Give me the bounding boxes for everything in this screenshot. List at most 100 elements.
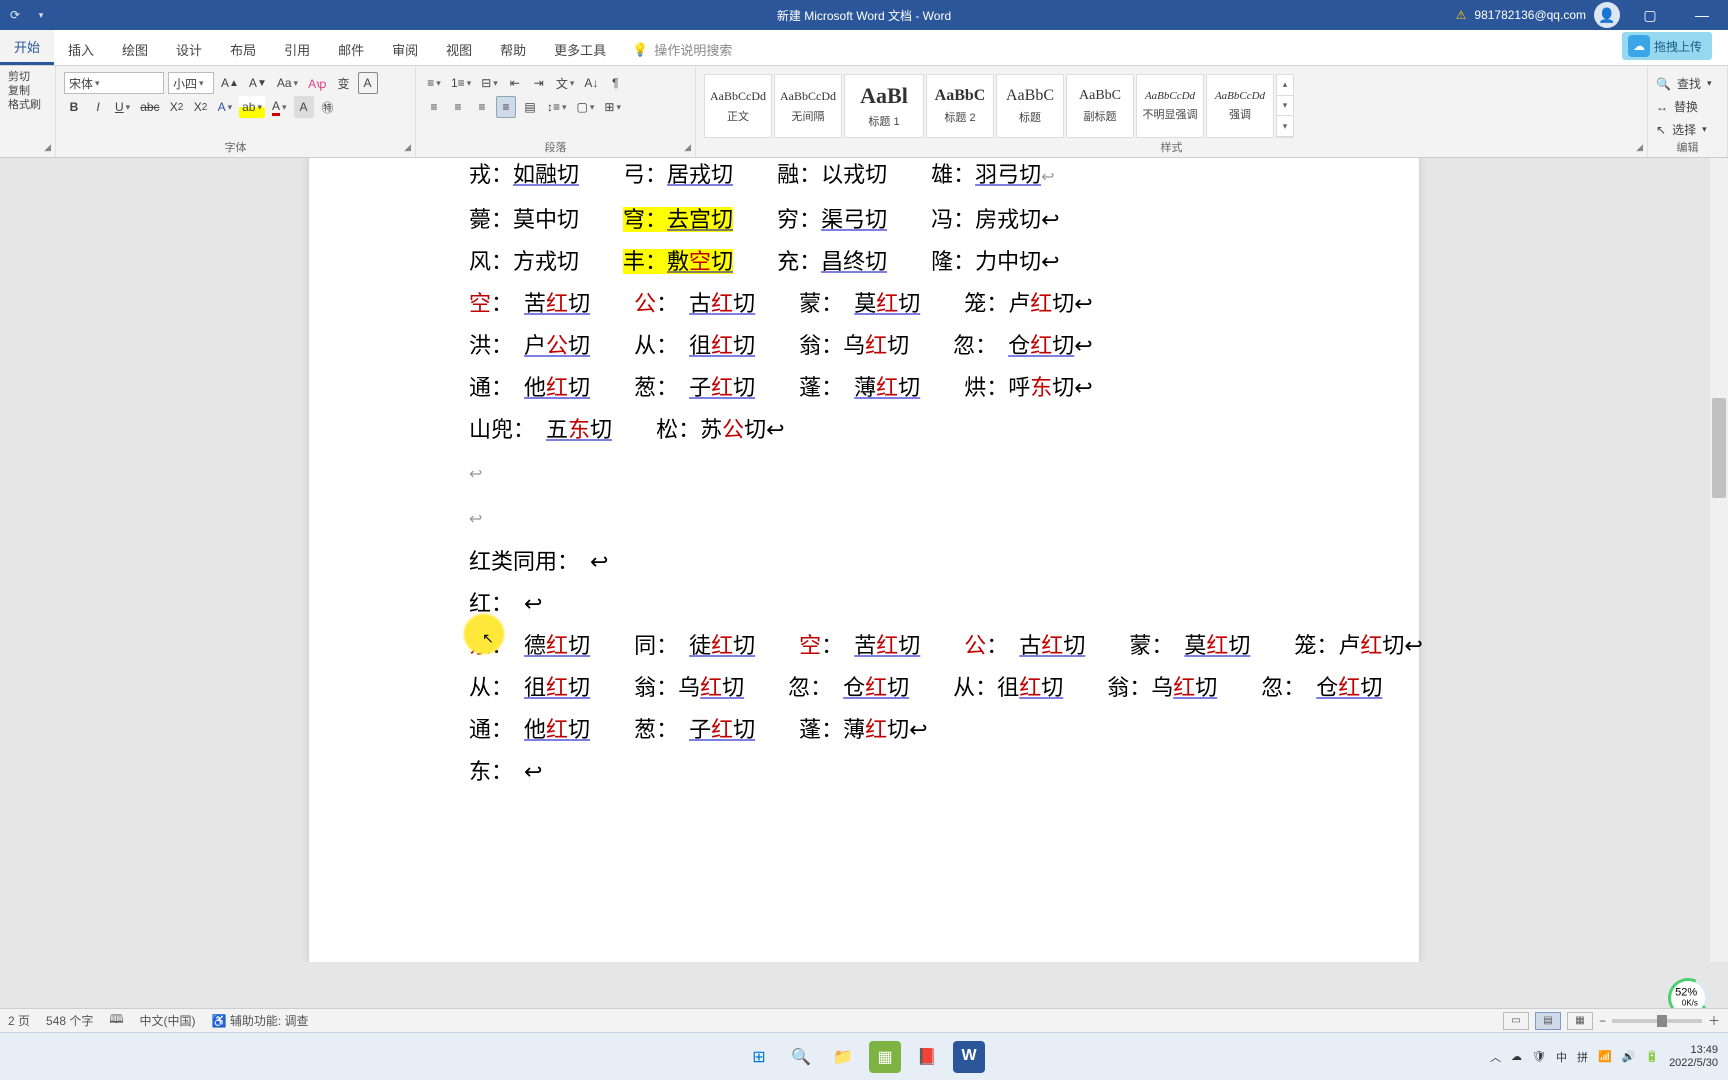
vertical-scrollbar[interactable]	[1710, 158, 1728, 962]
change-case-button[interactable]: Aa	[274, 72, 301, 94]
word-app-icon[interactable]: W	[953, 1041, 985, 1073]
highlight-button[interactable]: ab	[239, 96, 265, 118]
cut-button[interactable]: 剪切	[8, 70, 47, 84]
tray-security-icon[interactable]: 🛡	[1532, 1050, 1546, 1063]
style-card[interactable]: AaBbC副标题	[1066, 74, 1134, 138]
tab-help[interactable]: 帮助	[486, 32, 540, 65]
asian-layout-button[interactable]: 文	[553, 72, 578, 94]
tray-ime-mode[interactable]: 拼	[1577, 1049, 1588, 1065]
tab-view[interactable]: 视图	[432, 32, 486, 65]
distributed-button[interactable]: ▤	[520, 96, 540, 118]
tell-me-search[interactable]: 💡 操作说明搜索	[620, 34, 744, 65]
sort-button[interactable]: A↓	[581, 72, 601, 94]
style-card[interactable]: AaBbCcDd无间隔	[774, 74, 842, 138]
clipboard-launcher-icon[interactable]: ◢	[44, 142, 51, 153]
style-card[interactable]: AaBl标题 1	[844, 74, 924, 138]
tray-onedrive-icon[interactable]: ☁	[1511, 1050, 1522, 1063]
character-border-button[interactable]: A	[358, 72, 378, 94]
format-painter-button[interactable]: 格式刷	[8, 98, 47, 112]
view-read-button[interactable]: ▭	[1503, 1012, 1529, 1030]
document-body[interactable]: 戎：如融切 弓：居戎切 融：以戎切 雄：羽弓切↩薨：莫中切 穹：去宫切 穷：渠弓…	[469, 158, 1259, 793]
style-card[interactable]: AaBbC标题 2	[926, 74, 994, 138]
pdf-reader-icon[interactable]: 📕	[911, 1041, 943, 1073]
align-center-button[interactable]: ≡	[448, 96, 468, 118]
copy-button[interactable]: 复制	[8, 84, 47, 98]
zoom-in-button[interactable]: ＋	[1708, 1012, 1720, 1029]
minimize-button[interactable]: —	[1680, 0, 1724, 30]
subscript-button[interactable]: X2	[167, 96, 187, 118]
status-wordcount[interactable]: 548 个字	[46, 1012, 93, 1029]
status-spellcheck-icon[interactable]: 🕮	[109, 1010, 123, 1031]
style-card[interactable]: AaBbCcDd不明显强调	[1136, 74, 1204, 138]
tab-references[interactable]: 引用	[270, 32, 324, 65]
underline-button[interactable]: U	[112, 96, 133, 118]
numbering-button[interactable]: 1≡	[448, 72, 474, 94]
clear-formatting-button[interactable]: Aꝕ	[305, 72, 329, 94]
status-page[interactable]: 2 页	[8, 1012, 30, 1029]
bold-button[interactable]: B	[64, 96, 84, 118]
tab-draw[interactable]: 绘图	[108, 32, 162, 65]
line-spacing-button[interactable]: ↕≡	[544, 96, 570, 118]
find-button[interactable]: 🔍查找▾	[1656, 72, 1719, 95]
bullets-button[interactable]: ≡	[424, 72, 444, 94]
superscript-button[interactable]: X2	[191, 96, 211, 118]
borders-button[interactable]: ⊞	[601, 96, 624, 118]
text-effects-button[interactable]: A	[215, 96, 236, 118]
tray-battery-icon[interactable]: 🔋	[1645, 1050, 1659, 1063]
view-web-button[interactable]: ▦	[1567, 1012, 1593, 1030]
align-right-button[interactable]: ≡	[472, 96, 492, 118]
decrease-indent-button[interactable]: ⇤	[505, 72, 525, 94]
font-name-select[interactable]: 宋体	[64, 72, 164, 94]
tray-wifi-icon[interactable]: 📶	[1598, 1050, 1612, 1063]
justify-button[interactable]: ≡	[496, 96, 516, 118]
style-card[interactable]: AaBbC标题	[996, 74, 1064, 138]
zoom-out-button[interactable]: −	[1599, 1014, 1606, 1028]
align-left-button[interactable]: ≡	[424, 96, 444, 118]
status-language[interactable]: 中文(中国)	[140, 1012, 196, 1029]
taskbar-search-icon[interactable]: 🔍	[785, 1041, 817, 1073]
font-size-select[interactable]: 小四	[168, 72, 214, 94]
file-explorer-icon[interactable]: 📁	[827, 1041, 859, 1073]
shading-button[interactable]: ▢	[574, 96, 598, 118]
paragraph-launcher-icon[interactable]: ◢	[684, 142, 691, 153]
autosave-icon[interactable]: ⟳	[6, 6, 24, 24]
strikethrough-button[interactable]: abc	[137, 96, 162, 118]
style-card[interactable]: AaBbCcDd强调	[1206, 74, 1274, 138]
shrink-font-button[interactable]: A▼	[246, 72, 270, 94]
multilevel-list-button[interactable]: ⊟	[478, 72, 501, 94]
phonetic-guide-button[interactable]: 变	[334, 72, 354, 94]
styles-scroll[interactable]: ▴▾▾	[1276, 74, 1294, 138]
show-marks-button[interactable]: ¶	[605, 72, 625, 94]
replace-button[interactable]: ↔替换	[1656, 95, 1719, 118]
italic-button[interactable]: I	[88, 96, 108, 118]
tab-insert[interactable]: 插入	[54, 32, 108, 65]
tab-layout[interactable]: 布局	[216, 32, 270, 65]
upload-widget[interactable]: ☁ 拖拽上传	[1622, 32, 1720, 60]
user-avatar[interactable]: 👤	[1594, 2, 1620, 28]
font-launcher-icon[interactable]: ◢	[404, 142, 411, 153]
tray-volume-icon[interactable]: 🔊	[1622, 1050, 1636, 1063]
scrollbar-thumb[interactable]	[1712, 398, 1726, 498]
tray-clock[interactable]: 13:49 2022/5/30	[1669, 1044, 1718, 1070]
start-button[interactable]: ⊞	[743, 1041, 775, 1073]
zoom-slider[interactable]	[1612, 1019, 1702, 1023]
select-button[interactable]: ↖选择▾	[1656, 118, 1719, 141]
tray-ime-lang[interactable]: 中	[1556, 1049, 1567, 1065]
ribbon-display-button[interactable]: ▢	[1628, 0, 1672, 30]
document-viewport[interactable]: 戎：如融切 弓：居戎切 融：以戎切 雄：羽弓切↩薨：莫中切 穹：去宫切 穷：渠弓…	[0, 158, 1728, 962]
tab-design[interactable]: 设计	[162, 32, 216, 65]
tab-mailings[interactable]: 邮件	[324, 32, 378, 65]
tab-home[interactable]: 开始	[0, 29, 54, 65]
increase-indent-button[interactable]: ⇥	[529, 72, 549, 94]
status-a11y[interactable]: ♿ 辅助功能: 调查	[212, 1012, 309, 1029]
tab-moretools[interactable]: 更多工具	[540, 32, 620, 65]
tray-chevron-icon[interactable]: ︿	[1490, 1049, 1501, 1065]
enclose-characters-button[interactable]: ㊕	[318, 96, 338, 118]
account-email[interactable]: 981782136@qq.com	[1474, 8, 1586, 22]
character-shading-button[interactable]: A	[294, 96, 314, 118]
font-color-button[interactable]: A	[269, 96, 290, 118]
warning-icon[interactable]: ⚠	[1456, 8, 1467, 22]
grow-font-button[interactable]: A▲	[218, 72, 242, 94]
app-green-icon[interactable]: ▦	[869, 1041, 901, 1073]
qat-dropdown-icon[interactable]: ▾	[32, 6, 50, 24]
